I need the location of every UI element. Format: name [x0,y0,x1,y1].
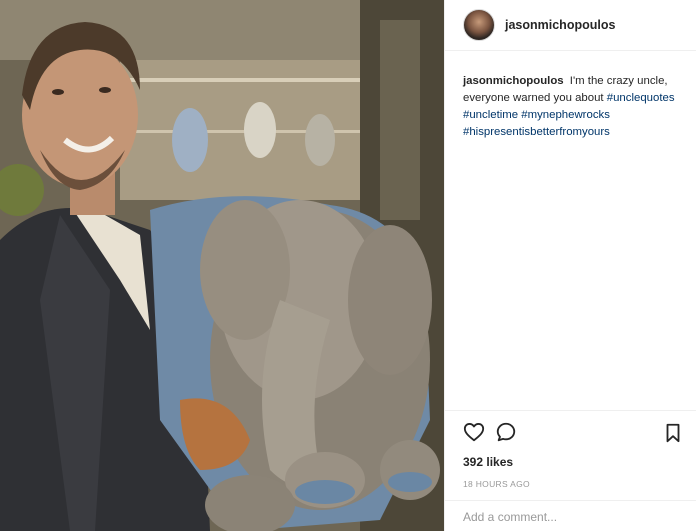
post-photo[interactable] [0,0,444,531]
header-username[interactable]: jasonmichopoulos [505,18,615,32]
hashtag-unclequotes[interactable]: #unclequotes [607,92,675,104]
post-timestamp: 18 HOURS AGO [463,479,530,489]
avatar[interactable] [463,9,495,41]
post-actions-section: 392 likes 18 HOURS AGO [445,410,696,489]
post-caption: jasonmichopoulos I'm the crazy uncle, ev… [445,51,696,141]
instagram-post: jasonmichopoulos jasonmichopoulos I'm th… [0,0,696,531]
hashtag-mynephewrocks[interactable]: #mynephewrocks [521,109,610,121]
hashtag-uncletime[interactable]: #uncletime [463,109,518,121]
caption-username[interactable]: jasonmichopoulos [463,75,564,87]
hashtag-hispresentisbetterfromyours[interactable]: #hispresentisbetterfromyours [463,126,610,138]
post-side-panel: jasonmichopoulos jasonmichopoulos I'm th… [444,0,696,531]
post-header: jasonmichopoulos [445,0,696,51]
comment-input[interactable] [463,509,663,524]
action-bar [445,411,696,453]
heart-icon[interactable] [463,421,485,443]
like-count[interactable]: 392 likes [445,455,696,469]
comment-section [445,500,696,532]
photo-illustration [0,0,444,531]
comment-icon[interactable] [495,421,517,443]
bookmark-icon[interactable] [662,422,684,444]
